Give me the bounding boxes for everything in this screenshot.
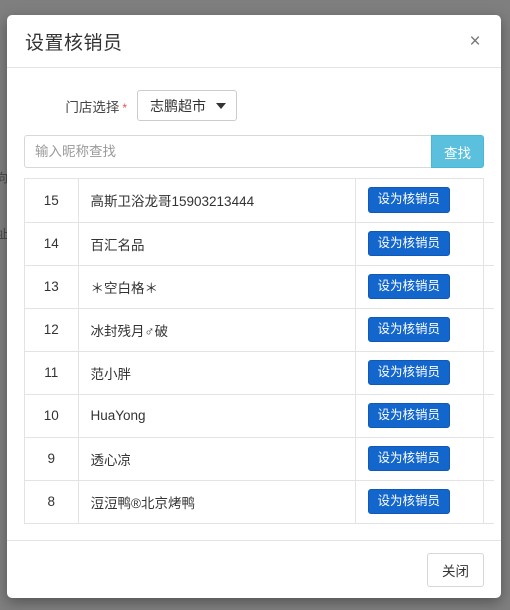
user-table-container: 15 高斯卫浴龙哥15903213444 设为核销员 14 百汇名品 设为核销员 [24, 178, 494, 524]
set-verifier-button[interactable]: 设为核销员 [367, 445, 451, 472]
row-action-cell: 设为核销员 [355, 437, 494, 481]
row-nickname: 范小胖 [78, 351, 356, 395]
row-action-cell: 设为核销员 [355, 351, 494, 395]
row-action-cell: 设为核销员 [355, 222, 494, 266]
user-table-body: 15 高斯卫浴龙哥15903213444 设为核销员 14 百汇名品 设为核销员 [25, 179, 494, 524]
set-verifier-modal: 设置核销员 × 门店选择* 志鹏超市 查找 15 高斯卫浴龙哥159032134… [7, 15, 501, 598]
row-id: 15 [25, 179, 79, 223]
modal-body: 门店选择* 志鹏超市 查找 15 高斯卫浴龙哥15903213444 设为核销员 [7, 68, 501, 540]
set-verifier-button[interactable]: 设为核销员 [367, 359, 451, 386]
table-row: 8 浢浢鸭®北京烤鸭 设为核销员 [25, 480, 494, 524]
row-id: 11 [25, 351, 79, 395]
set-verifier-button[interactable]: 设为核销员 [367, 402, 451, 429]
row-nickname: 浢浢鸭®北京烤鸭 [78, 480, 356, 524]
store-select-label-text: 门店选择 [65, 99, 120, 115]
store-select-label: 门店选择 * [17, 96, 137, 116]
row-nickname: ＊空白格＊ [78, 265, 356, 309]
set-verifier-button[interactable]: 设为核销员 [367, 230, 451, 257]
table-row: 9 透心凉 设为核销员 [25, 437, 494, 481]
table-row: 12 冰封残月♂破 设为核销员 [25, 308, 494, 352]
row-id: 13 [25, 265, 79, 309]
row-nickname: 透心凉 [78, 437, 356, 481]
row-id: 12 [25, 308, 79, 352]
row-action-cell: 设为核销员 [355, 265, 494, 309]
row-action-cell: 设为核销员 [355, 179, 494, 223]
set-verifier-button[interactable]: 设为核销员 [367, 488, 451, 515]
set-verifier-button[interactable]: 设为核销员 [367, 316, 451, 343]
table-row: 14 百汇名品 设为核销员 [25, 222, 494, 266]
modal-header: 设置核销员 × [7, 15, 501, 68]
store-select-value: 志鹏超市 [150, 97, 206, 114]
search-button[interactable]: 查找 [431, 135, 484, 168]
close-icon[interactable]: × [464, 30, 486, 52]
table-row: 10 HuaYong 设为核销员 [25, 394, 494, 438]
store-select-dropdown[interactable]: 志鹏超市 [137, 90, 237, 121]
row-id: 10 [25, 394, 79, 438]
modal-footer: 关闭 [7, 540, 501, 598]
row-nickname: 高斯卫浴龙哥15903213444 [78, 179, 356, 223]
row-id: 9 [25, 437, 79, 481]
set-verifier-button[interactable]: 设为核销员 [367, 273, 451, 300]
required-asterisk: * [122, 100, 127, 115]
row-action-cell: 设为核销员 [355, 394, 494, 438]
table-row: 13 ＊空白格＊ 设为核销员 [25, 265, 494, 309]
page-title: 设置核销员 [25, 32, 123, 54]
set-verifier-button[interactable]: 设为核销员 [367, 187, 451, 214]
close-button[interactable]: 关闭 [427, 552, 484, 587]
table-row: 15 高斯卫浴龙哥15903213444 设为核销员 [25, 179, 494, 223]
row-nickname: HuaYong [78, 394, 356, 438]
row-action-cell: 设为核销员 [355, 480, 494, 524]
search-group: 查找 [24, 135, 484, 168]
row-nickname: 百汇名品 [78, 222, 356, 266]
user-table: 15 高斯卫浴龙哥15903213444 设为核销员 14 百汇名品 设为核销员 [25, 179, 494, 524]
row-nickname: 冰封残月♂破 [78, 308, 356, 352]
search-input[interactable] [24, 135, 431, 168]
table-row: 11 范小胖 设为核销员 [25, 351, 494, 395]
chevron-down-icon [216, 102, 226, 109]
store-select-row: 门店选择 * 志鹏超市 [17, 84, 491, 135]
row-action-cell: 设为核销员 [355, 308, 494, 352]
row-id: 14 [25, 222, 79, 266]
row-id: 8 [25, 480, 79, 524]
